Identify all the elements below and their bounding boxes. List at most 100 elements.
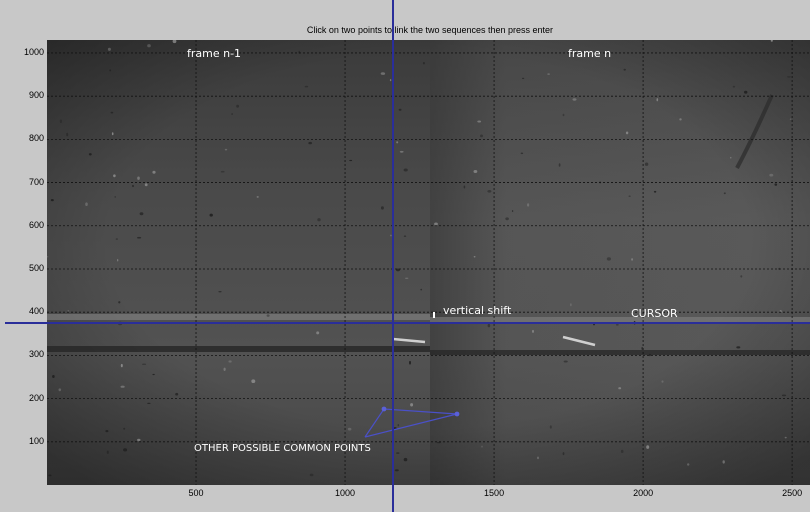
stripe-left-dark [47, 346, 430, 352]
debris-speck [223, 367, 226, 371]
x-axis-tick-labels: 500 1000 1500 2000 2500 [47, 488, 810, 502]
y-axis-tick-labels: 100 200 300 400 500 600 700 800 900 1000 [0, 40, 44, 485]
image-axes[interactable]: frame n-1 frame n vertical shift CURSOR … [47, 40, 810, 485]
debris-speck [661, 380, 664, 383]
debris-speck [120, 363, 123, 368]
debris-speck [106, 450, 109, 454]
debris-speck [505, 217, 509, 221]
debris-speck [132, 184, 134, 188]
debris-speck [398, 108, 402, 111]
debris-speck [316, 331, 320, 335]
debris-speck [394, 469, 399, 472]
x-tick-label-500: 500 [188, 488, 204, 498]
y-tick-label-700: 700 [28, 176, 44, 187]
debris-speck [740, 275, 743, 278]
x-tick-label-1000: 1000 [335, 488, 356, 498]
debris-speck [396, 141, 399, 144]
common-point-left-marker [381, 406, 387, 412]
debris-speck [562, 452, 565, 456]
debris-speck [304, 85, 309, 88]
y-tick-label-300: 300 [28, 349, 44, 360]
debris-speck [209, 213, 213, 217]
debris-speck [236, 104, 240, 108]
debris-speck [572, 98, 577, 101]
debris-speck [397, 424, 400, 427]
debris-speck [723, 192, 726, 195]
debris-speck [520, 152, 524, 155]
debris-speck [784, 436, 787, 439]
y-tick-label-500: 500 [28, 262, 44, 273]
debris-speck [570, 303, 572, 307]
debris-speck [224, 148, 228, 151]
debris-speck [317, 218, 321, 222]
debris-speck [137, 438, 141, 442]
stripe-left-bright [47, 314, 430, 320]
debris-speck [380, 206, 384, 210]
debris-speck [144, 183, 148, 187]
debris-speck [769, 173, 774, 177]
debris-speck [563, 360, 568, 363]
debris-speck [434, 222, 438, 226]
debris-speck [114, 196, 116, 198]
debris-speck [256, 196, 259, 198]
debris-speck [152, 170, 156, 174]
debris-speck [615, 324, 619, 326]
debris-speck [218, 291, 222, 293]
y-tick-label-200: 200 [28, 392, 44, 403]
debris-speck [175, 392, 179, 396]
debris-speck [52, 375, 55, 378]
y-tick-label-900: 900 [28, 90, 44, 101]
debris-speck [380, 72, 386, 75]
debris-speck [251, 379, 256, 384]
debris-speck [228, 360, 232, 363]
debris-speck [628, 195, 631, 197]
y-tick-label-400: 400 [28, 306, 44, 317]
debris-speck [123, 448, 128, 452]
debris-speck [137, 236, 142, 239]
common-point-right-marker [454, 411, 460, 417]
figure-window[interactable]: Click on two points to link the two sequ… [0, 0, 810, 512]
debris-speck [409, 360, 411, 365]
debris-speck [722, 460, 725, 464]
debris-speck [744, 90, 748, 94]
debris-speck [618, 387, 622, 390]
debris-speck [110, 111, 114, 114]
debris-speck [117, 258, 119, 262]
debris-speck [558, 163, 561, 167]
debris-speck [653, 190, 657, 193]
debris-speck [648, 353, 651, 357]
debris-speck [266, 314, 270, 317]
debris-speck [781, 394, 787, 397]
debris-speck [396, 452, 400, 454]
debris-speck [646, 445, 650, 449]
debris-speck [137, 176, 140, 180]
debris-speck [620, 449, 624, 453]
debris-speck [118, 301, 121, 304]
debris-speck [220, 170, 225, 173]
debris-speck [463, 185, 466, 189]
cursor-label: CURSOR [631, 307, 678, 320]
common-points-label: OTHER POSSIBLE COMMON POINTS [194, 443, 371, 454]
debris-speck [113, 174, 116, 178]
debris-speck [537, 456, 539, 460]
debris-speck [625, 131, 629, 135]
debris-speck [511, 210, 514, 212]
debris-speck [521, 77, 525, 80]
debris-speck [48, 474, 52, 477]
debris-speck [532, 329, 534, 333]
crosshair-cursor-vertical [392, 0, 394, 512]
debris-speck [473, 170, 478, 173]
debris-speck [399, 150, 404, 153]
debris-speck [115, 238, 119, 240]
debris-speck [644, 162, 649, 166]
debris-speck [736, 346, 741, 349]
y-tick-label-100: 100 [28, 435, 44, 446]
image-canvas[interactable] [47, 40, 810, 485]
debris-speck [656, 98, 659, 102]
debris-speck [88, 153, 92, 156]
debris-speck [139, 212, 144, 216]
debris-speck [473, 256, 476, 258]
debris-speck [109, 69, 112, 72]
debris-speck [730, 156, 732, 159]
debris-speck [732, 85, 736, 88]
